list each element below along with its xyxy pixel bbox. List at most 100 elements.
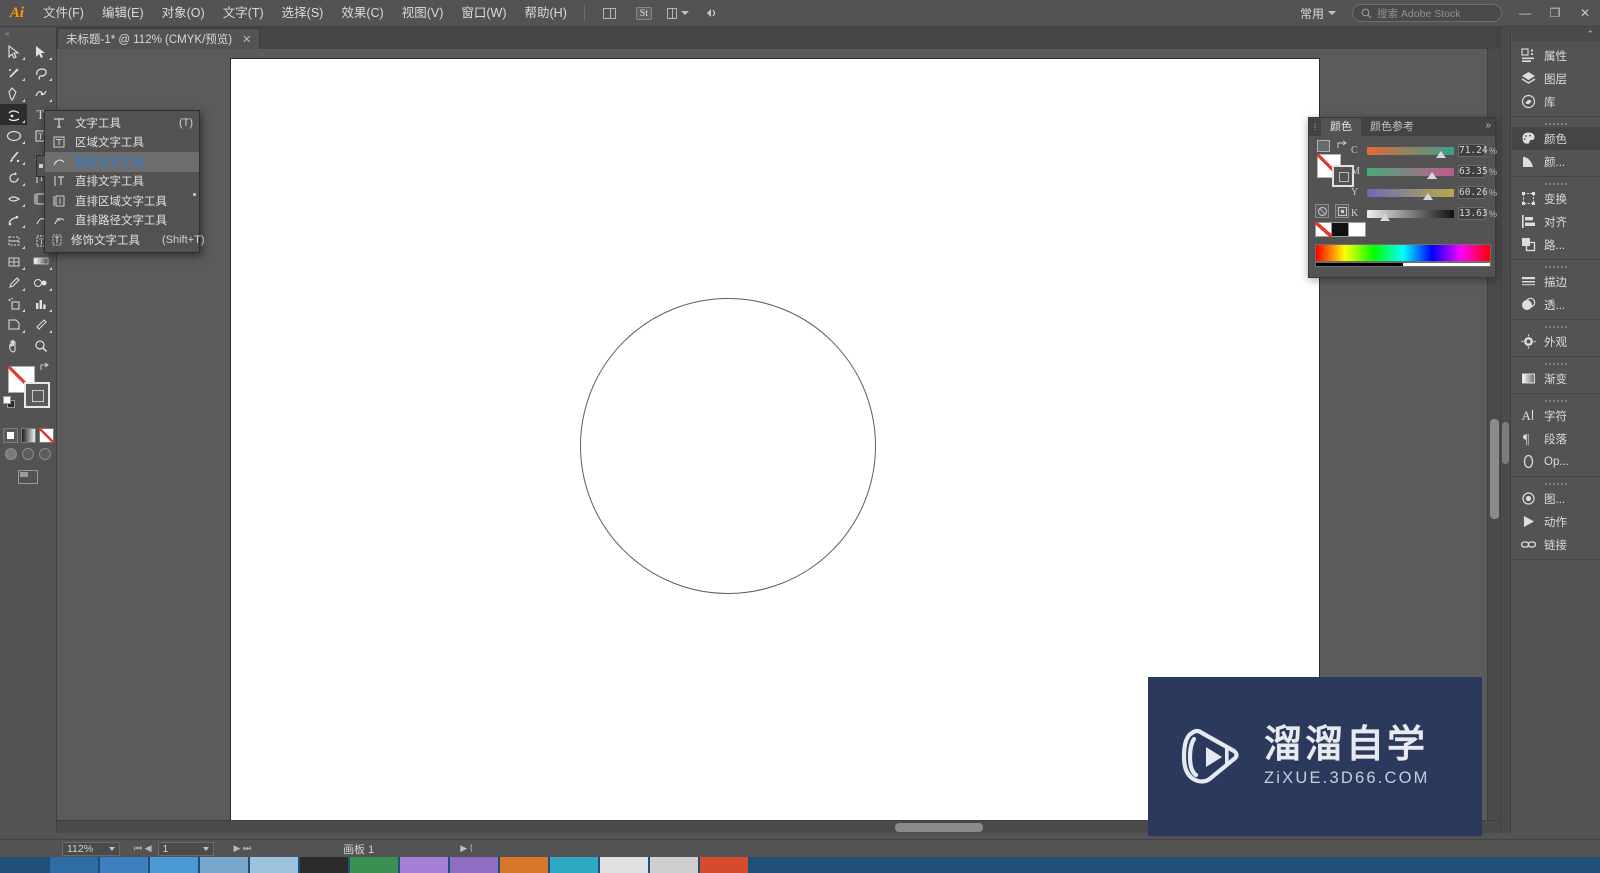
dock-grip[interactable]	[1512, 323, 1600, 330]
flyout-item-type-on-path-tool[interactable]: 路径文字工具	[45, 152, 199, 172]
artboard-nav-first[interactable]: ⏮ ◀	[134, 843, 152, 854]
blend-tool[interactable]	[27, 272, 54, 293]
ellipse-tool[interactable]	[0, 125, 27, 146]
flyout-item-vertical-type-on-path-tool[interactable]: 直排路径文字工具	[45, 211, 199, 231]
swatch-none[interactable]	[1315, 222, 1332, 237]
taskbar-item[interactable]	[700, 857, 748, 873]
panel-grip-icon[interactable]: ⁞	[1309, 118, 1321, 136]
taskbar-item[interactable]	[100, 857, 148, 873]
slider-value-c[interactable]: 71.24	[1457, 144, 1488, 157]
dock-item-paragraph[interactable]: ¶ 段落	[1512, 427, 1600, 450]
dock-grip[interactable]	[1512, 120, 1600, 127]
taskbar-item[interactable]	[200, 857, 248, 873]
taskbar-start-button[interactable]	[0, 857, 48, 873]
dock-collapse-button[interactable]: ⌃	[1512, 27, 1600, 41]
swatch-black[interactable]	[1332, 222, 1349, 237]
dock-item-libraries[interactable]: 库	[1512, 90, 1600, 113]
width-tool[interactable]	[0, 188, 27, 209]
menu-select[interactable]: 选择(S)	[273, 0, 333, 27]
taskbar-item[interactable]	[300, 857, 348, 873]
dock-scroll-thumb[interactable]	[1502, 422, 1509, 464]
none-fill-button[interactable]	[38, 428, 54, 443]
rotate-tool[interactable]	[0, 167, 27, 188]
menu-object[interactable]: 对象(O)	[153, 0, 214, 27]
taskbar-item[interactable]	[450, 857, 498, 873]
menu-view[interactable]: 视图(V)	[393, 0, 453, 27]
swap-fill-stroke-icon[interactable]	[1337, 140, 1349, 151]
dock-item-image-trace[interactable]: 图...	[1512, 487, 1600, 510]
tab-close-icon[interactable]: ✕	[242, 33, 251, 46]
flyout-item-area-type-tool[interactable]: 区域文字工具	[45, 133, 199, 153]
artboard-number-select[interactable]: 1	[157, 841, 214, 856]
slider-track-y[interactable]	[1366, 188, 1454, 200]
slice-tool[interactable]	[27, 314, 54, 335]
slider-value-y[interactable]: 60.26	[1457, 186, 1488, 199]
dock-item-color[interactable]: 颜色	[1512, 127, 1600, 150]
toolbar-collapse-handle[interactable]: «	[0, 27, 56, 39]
dock-item-properties[interactable]: 属性	[1512, 44, 1600, 67]
taskbar-item[interactable]	[650, 857, 698, 873]
slider-value-k[interactable]: 13.63	[1457, 207, 1488, 220]
curvature-tool[interactable]	[27, 83, 54, 104]
dock-grip[interactable]	[1512, 180, 1600, 187]
magic-wand-tool[interactable]	[0, 62, 27, 83]
type-tool[interactable]	[0, 104, 27, 125]
slider-value-m[interactable]: 63.35	[1457, 165, 1488, 178]
restore-button[interactable]: ❐	[1540, 0, 1570, 27]
taskbar-item[interactable]	[50, 857, 98, 873]
taskbar-item[interactable]	[150, 857, 198, 873]
stroke-swatch[interactable]	[24, 382, 50, 408]
adobe-stock-icon[interactable]: St	[633, 4, 655, 22]
taskbar-item[interactable]	[600, 857, 648, 873]
gradient-tool[interactable]	[27, 251, 54, 272]
dock-item-opentype[interactable]: Op...	[1512, 450, 1600, 473]
dock-item-actions[interactable]: 动作	[1512, 510, 1600, 533]
pen-tool[interactable]	[0, 83, 27, 104]
arrange-documents-icon[interactable]	[599, 4, 621, 22]
flyout-item-vertical-area-type-tool[interactable]: 直排区域文字工具	[45, 191, 199, 211]
dock-item-transform[interactable]: 变换	[1512, 187, 1600, 210]
slider-knob-y[interactable]	[1422, 192, 1433, 200]
taskbar-item[interactable]	[550, 857, 598, 873]
lasso-tool[interactable]	[27, 62, 54, 83]
horizontal-scroll-thumb[interactable]	[895, 823, 983, 832]
dock-grip[interactable]	[1512, 480, 1600, 487]
artboard-tool[interactable]	[0, 314, 27, 335]
dock-item-transparency[interactable]: 透...	[1512, 293, 1600, 316]
shape-builder-tool[interactable]	[0, 230, 27, 251]
mesh-tool[interactable]	[0, 251, 27, 272]
dock-item-gradient[interactable]: 渐变	[1512, 367, 1600, 390]
screen-mode-button[interactable]	[18, 470, 38, 484]
flyout-item-vertical-type-tool[interactable]: 直排文字工具	[45, 172, 199, 192]
slider-track-c[interactable]	[1366, 146, 1454, 158]
taskbar-item[interactable]	[350, 857, 398, 873]
menu-type[interactable]: 文字(T)	[214, 0, 273, 27]
tab-color[interactable]: 颜色	[1321, 118, 1361, 136]
dock-item-align[interactable]: 对齐	[1512, 210, 1600, 233]
color-swatch-mini[interactable]	[1317, 140, 1330, 152]
swatch-white[interactable]	[1349, 222, 1366, 237]
workspace-switcher[interactable]: 常用	[1292, 5, 1344, 22]
artboard-nav-last[interactable]: ▶ ⏭	[234, 843, 252, 854]
dock-item-links[interactable]: 链接	[1512, 533, 1600, 556]
dock-grip[interactable]	[1512, 397, 1600, 404]
taskbar-item[interactable]	[400, 857, 448, 873]
taskbar-item[interactable]	[500, 857, 548, 873]
color-spectrum-grayscale-bar[interactable]	[1315, 262, 1491, 267]
menu-window[interactable]: 窗口(W)	[452, 0, 515, 27]
bridge-icon[interactable]	[701, 4, 723, 22]
vertical-scroll-thumb[interactable]	[1490, 419, 1499, 519]
draw-behind-button[interactable]	[22, 448, 34, 460]
color-fill-button[interactable]	[2, 428, 18, 443]
flyout-item-touch-type-tool[interactable]: 修饰文字工具 (Shift+T)	[45, 230, 204, 250]
dock-item-appearance[interactable]: 外观	[1512, 330, 1600, 353]
symbol-sprayer-tool[interactable]	[0, 293, 27, 314]
close-button[interactable]: ✕	[1570, 0, 1600, 27]
slider-knob-k[interactable]	[1379, 213, 1390, 221]
menu-effect[interactable]: 效果(C)	[332, 0, 392, 27]
slider-knob-m[interactable]	[1426, 171, 1437, 179]
slider-knob-c[interactable]	[1435, 150, 1446, 158]
zoom-level-select[interactable]: 112%	[62, 841, 120, 856]
status-info-arrows[interactable]: ▶ ⟨	[460, 843, 473, 854]
flyout-tearoff-handle[interactable]	[36, 155, 45, 177]
